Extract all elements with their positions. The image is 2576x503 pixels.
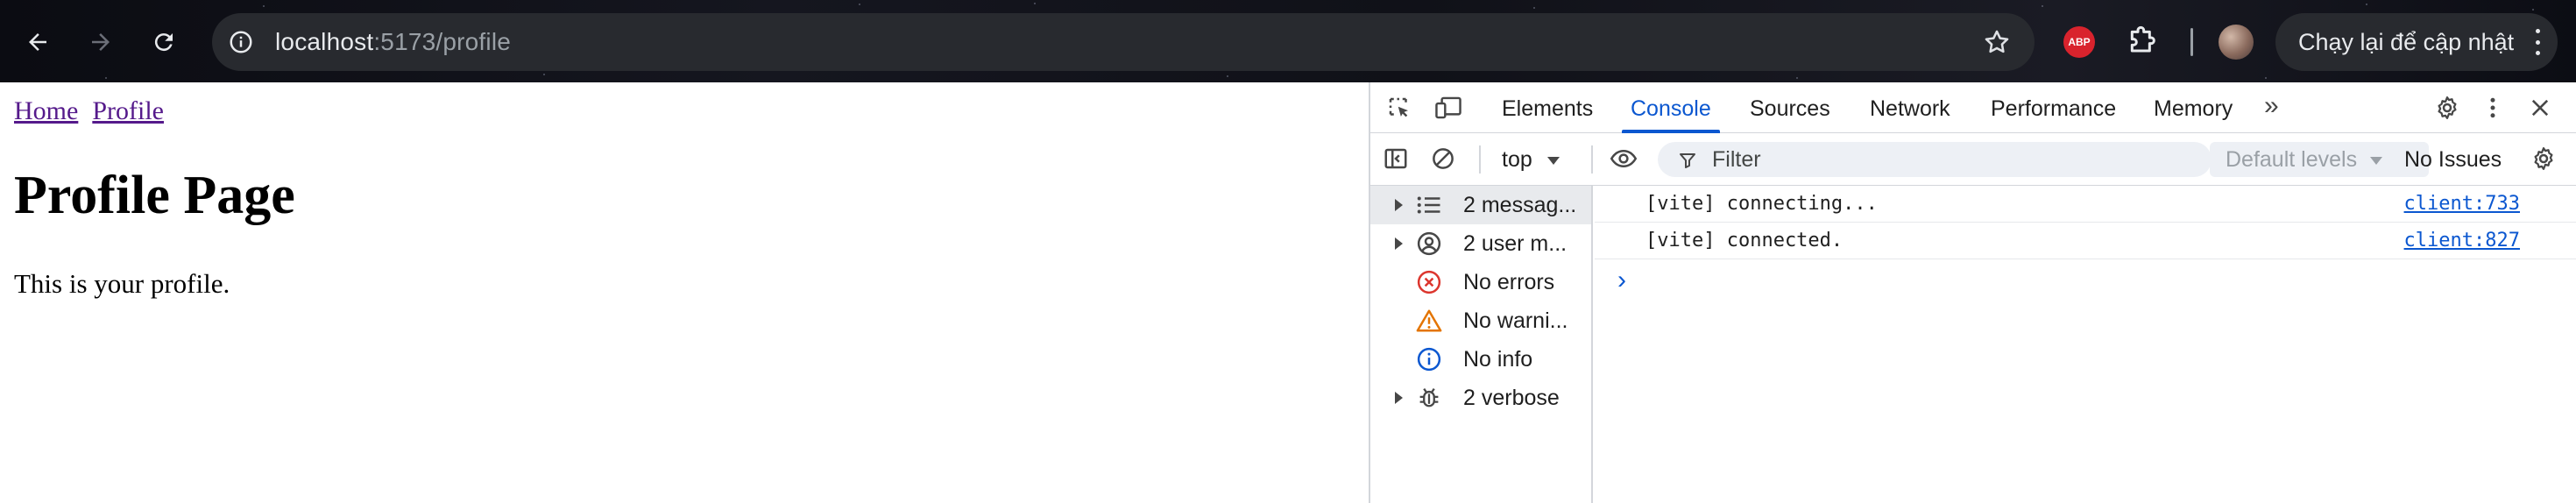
url-host: localhost xyxy=(275,28,374,55)
console-toolbar: top Filter Default levels No Issues xyxy=(1370,133,2576,186)
back-button[interactable] xyxy=(18,22,58,62)
profile-avatar[interactable] xyxy=(2219,25,2254,60)
console-message-source-link[interactable]: client:733 xyxy=(2404,186,2520,223)
sidebar-item-label: 2 messag... xyxy=(1463,193,1577,217)
sidebar-item-label: 2 user m... xyxy=(1463,231,1568,256)
sidebar-item-messages[interactable]: 2 messag... xyxy=(1370,186,1591,224)
page-nav: Home Profile xyxy=(14,96,178,126)
issues-counter[interactable]: No Issues xyxy=(2404,142,2502,177)
url-text[interactable]: localhost:5173/profile xyxy=(275,13,511,71)
gear-icon xyxy=(2438,96,2457,119)
url-path: :5173/profile xyxy=(373,28,512,55)
console-message-text: [vite] connected. xyxy=(1645,230,1844,252)
close-devtools-button[interactable] xyxy=(2523,91,2557,124)
puzzle-icon xyxy=(2130,25,2155,53)
address-bar[interactable]: localhost:5173/profile xyxy=(212,13,2035,71)
toolbar-divider xyxy=(1591,145,1593,174)
context-selector[interactable]: top xyxy=(1502,142,1560,177)
console-filter-input[interactable]: Filter xyxy=(1658,142,2212,177)
context-label: top xyxy=(1502,147,1532,172)
forward-button[interactable] xyxy=(81,22,121,62)
expand-caret-icon[interactable] xyxy=(1395,199,1403,211)
bug-icon xyxy=(1416,385,1442,411)
inspect-icon xyxy=(1389,97,1408,117)
expand-caret-icon[interactable] xyxy=(1395,392,1403,404)
inspect-element-button[interactable] xyxy=(1383,91,1416,124)
sidebar-item-verbose[interactable]: 2 verbose xyxy=(1370,379,1591,417)
site-info-icon[interactable] xyxy=(226,27,256,57)
relaunch-update-button[interactable]: Chạy lại để cập nhật xyxy=(2275,13,2558,71)
sidebar-item-user-messages[interactable]: 2 user m... xyxy=(1370,224,1591,263)
tab-sources[interactable]: Sources xyxy=(1750,82,1830,133)
console-prompt[interactable]: › xyxy=(1617,263,1626,298)
block-icon xyxy=(1433,148,1454,169)
filter-icon xyxy=(1680,153,1695,168)
relaunch-label: Chạy lại để cập nhật xyxy=(2298,29,2515,55)
console-message: [vite] connecting... client:733 xyxy=(1595,186,2576,223)
tab-network[interactable]: Network xyxy=(1870,82,1950,133)
tab-performance[interactable]: Performance xyxy=(1991,82,2116,133)
console-message-source-link[interactable]: client:827 xyxy=(2404,223,2520,259)
tab-elements[interactable]: Elements xyxy=(1502,82,1593,133)
extensions-button[interactable] xyxy=(2125,25,2160,60)
page-text: This is your profile. xyxy=(14,268,230,299)
device-icon xyxy=(1435,96,1461,119)
bookmark-button[interactable] xyxy=(1978,24,2015,60)
device-toolbar-button[interactable] xyxy=(1432,91,1465,124)
console-sidebar: 2 messag... 2 user m... No errors No war… xyxy=(1370,186,1593,503)
sidebar-item-label: No warni... xyxy=(1463,308,1568,333)
sidebar-item-warnings[interactable]: No warni... xyxy=(1370,301,1591,340)
clear-console-button[interactable] xyxy=(1426,142,1460,175)
reload-icon xyxy=(154,33,173,52)
browser-toolbar: localhost:5173/profile ABP Chạy lại để c… xyxy=(0,0,2576,82)
console-output: [vite] connecting... client:733 [vite] c… xyxy=(1595,186,2576,503)
devtools-panel: Elements Console Sources Network Perform… xyxy=(1369,82,2576,503)
levels-label: Default levels xyxy=(2226,147,2358,172)
gear-icon xyxy=(2534,147,2553,170)
toggle-sidebar-button[interactable] xyxy=(1379,142,1412,175)
caret-down-icon xyxy=(1546,156,1560,165)
arrow-right-icon xyxy=(92,33,110,51)
eye-icon xyxy=(1610,149,1638,168)
nav-link-profile[interactable]: Profile xyxy=(92,96,164,125)
info-icon xyxy=(1416,346,1442,372)
warning-icon xyxy=(1416,308,1442,334)
page-viewport: Home Profile Profile Page This is your pr… xyxy=(0,82,1369,503)
live-expression-button[interactable] xyxy=(1607,142,1640,175)
more-vert-icon xyxy=(2490,97,2495,118)
console-message-text: [vite] connecting... xyxy=(1645,193,1878,215)
page-title: Profile Page xyxy=(14,166,295,225)
console-message: [vite] connected. client:827 xyxy=(1595,223,2576,259)
sidebar-toggle-icon xyxy=(1384,148,1407,169)
sidebar-item-errors[interactable]: No errors xyxy=(1370,263,1591,301)
expand-caret-icon[interactable] xyxy=(1395,237,1403,250)
sidebar-item-info[interactable]: No info xyxy=(1370,340,1591,379)
toolbar-separator xyxy=(2190,28,2193,56)
more-tabs-button[interactable]: » xyxy=(2264,82,2279,133)
nav-link-home[interactable]: Home xyxy=(14,96,78,125)
tab-memory[interactable]: Memory xyxy=(2154,82,2233,133)
close-icon xyxy=(2531,99,2549,117)
sidebar-item-label: No errors xyxy=(1463,270,1555,294)
user-icon xyxy=(1416,230,1442,257)
error-icon xyxy=(1416,269,1442,295)
toolbar-divider xyxy=(1479,145,1481,174)
sidebar-item-label: No info xyxy=(1463,347,1533,372)
settings-button[interactable] xyxy=(2431,91,2464,124)
console-settings-button[interactable] xyxy=(2527,142,2560,175)
list-icon xyxy=(1416,192,1442,218)
log-levels-dropdown[interactable]: Default levels xyxy=(2210,142,2429,177)
abp-label: ABP xyxy=(2068,36,2091,48)
arrow-left-icon xyxy=(29,33,46,51)
reload-button[interactable] xyxy=(144,22,184,62)
caret-down-icon xyxy=(2370,156,2383,165)
sidebar-item-label: 2 verbose xyxy=(1463,386,1560,410)
star-icon xyxy=(1985,30,2009,53)
devtools-menu-button[interactable] xyxy=(2476,91,2509,124)
filter-placeholder: Filter xyxy=(1712,147,1761,172)
tab-console[interactable]: Console xyxy=(1622,82,1720,133)
more-vert-icon[interactable] xyxy=(2533,29,2542,55)
devtools-tabbar: Elements Console Sources Network Perform… xyxy=(1370,82,2576,133)
